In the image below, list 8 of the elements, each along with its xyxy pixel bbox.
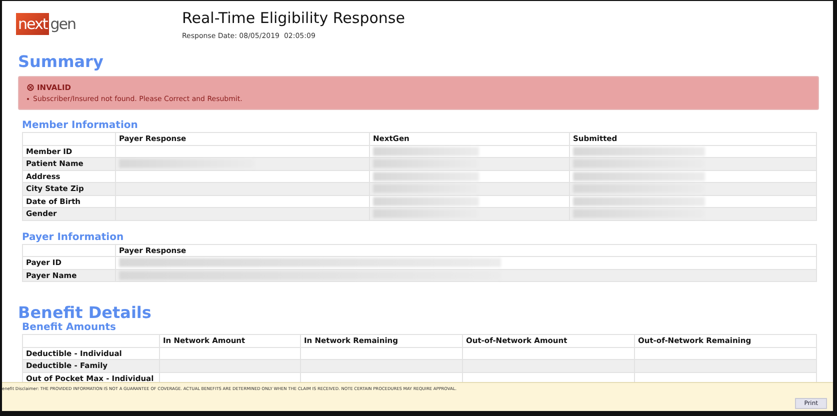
page-title: Real-Time Eligibility Response <box>182 9 405 27</box>
company-logo: next gen <box>16 13 76 35</box>
section-heading: Member Information <box>22 120 139 131</box>
error-icon <box>27 84 34 91</box>
section-heading: Benefit Details <box>18 303 152 322</box>
section-heading: Summary <box>18 52 104 71</box>
section-subheading: Benefit Amounts <box>21 322 117 333</box>
section-heading: Payer Information <box>22 232 125 242</box>
